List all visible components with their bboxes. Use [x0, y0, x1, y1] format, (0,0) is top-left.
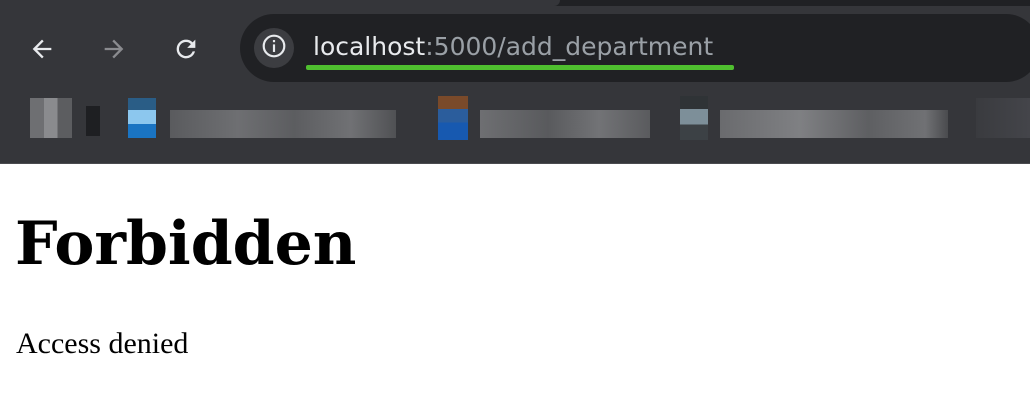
- forward-arrow-icon: [100, 35, 128, 63]
- url-host: localhost: [313, 32, 426, 61]
- reload-icon: [172, 35, 200, 63]
- page-title: Forbidden: [15, 209, 357, 279]
- bookmark-favicon-2: [438, 96, 468, 140]
- back-arrow-icon: [28, 35, 56, 63]
- bookmark-label-1[interactable]: [170, 110, 396, 138]
- back-button[interactable]: [22, 29, 62, 69]
- bookmarks-bar: [0, 92, 1030, 152]
- bookmark-label-2[interactable]: [480, 110, 650, 138]
- url-highlight-underline: [306, 65, 734, 70]
- bookmark-separator: [86, 106, 100, 136]
- bookmark-label-3[interactable]: [720, 110, 948, 138]
- tab-strip: [0, 0, 1030, 6]
- site-info-button[interactable]: [254, 28, 294, 68]
- info-icon: [261, 33, 287, 64]
- error-message: Access denied: [16, 327, 189, 360]
- browser-toolbar: localhost:5000/add_department: [0, 0, 1030, 164]
- bookmark-overflow[interactable]: [976, 98, 1030, 138]
- address-bar[interactable]: localhost:5000/add_department: [240, 14, 1030, 82]
- url-path: :5000/add_department: [425, 32, 714, 61]
- page-content: Forbidden Access denied: [0, 164, 1030, 405]
- bookmark-favicon-1: [128, 98, 156, 138]
- forward-button[interactable]: [94, 29, 134, 69]
- reload-button[interactable]: [166, 29, 206, 69]
- bookmark-favicon-3: [680, 96, 708, 140]
- url-text[interactable]: localhost:5000/add_department: [313, 30, 713, 64]
- bookmark-item-1[interactable]: [30, 98, 72, 138]
